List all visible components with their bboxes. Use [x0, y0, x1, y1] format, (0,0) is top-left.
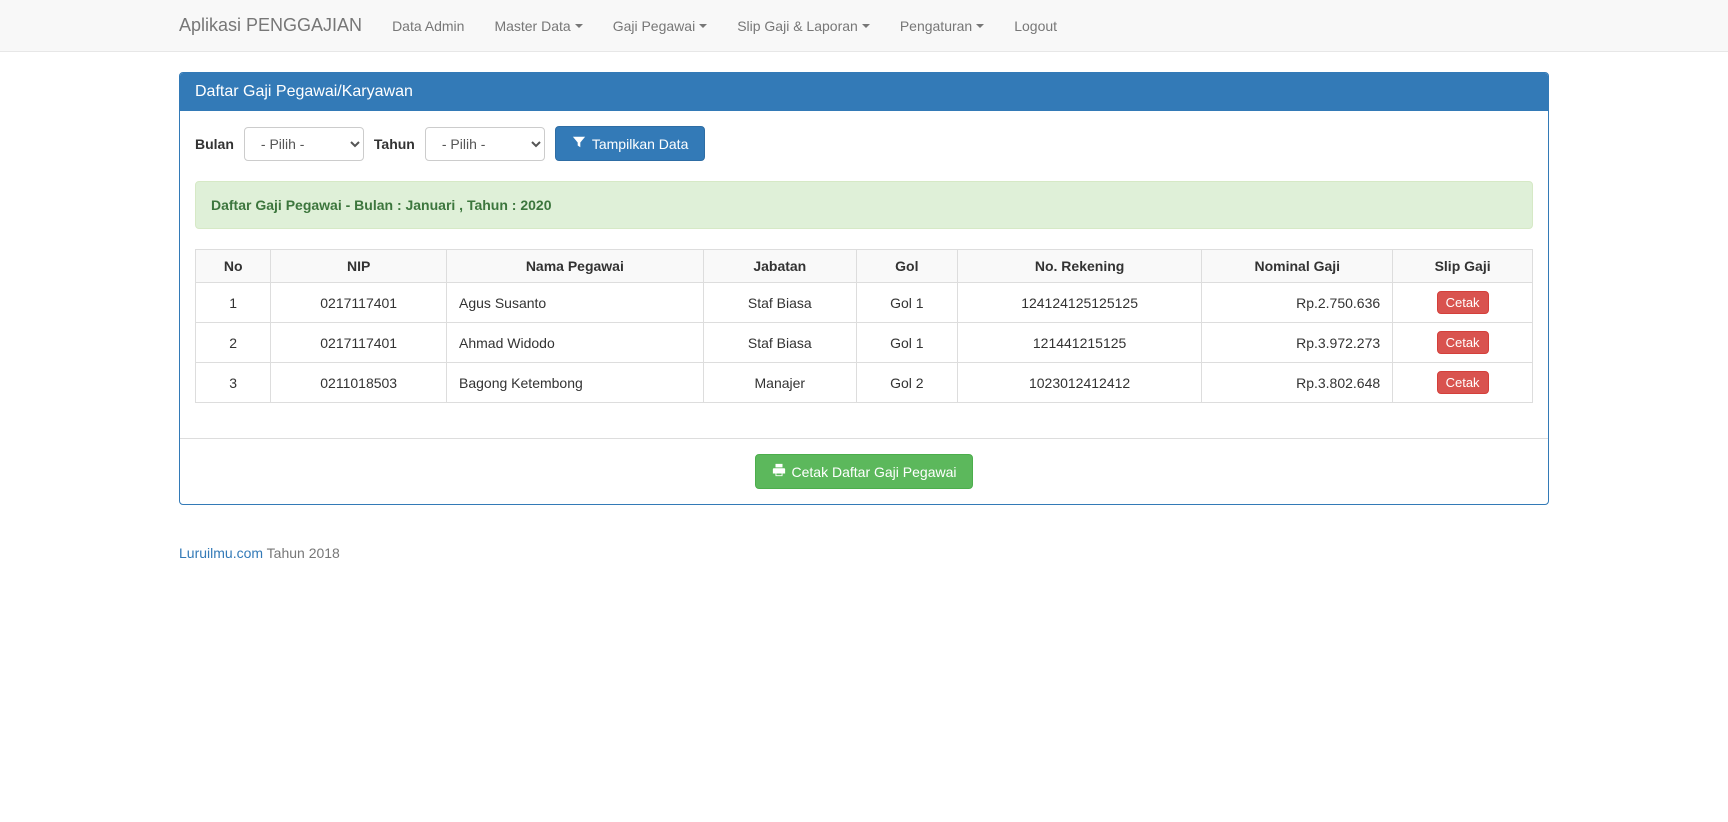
table-cell: Staf Biasa — [703, 283, 856, 323]
table-header: Nominal Gaji — [1202, 250, 1393, 283]
page-footer: Luruilmu.com Tahun 2018 — [164, 545, 1564, 561]
table-header: Jabatan — [703, 250, 856, 283]
footer-link[interactable]: Luruilmu.com — [179, 545, 263, 561]
cetak-slip-button[interactable]: Cetak — [1437, 291, 1489, 314]
table-cell-action: Cetak — [1393, 283, 1533, 323]
cetak-slip-button[interactable]: Cetak — [1437, 331, 1489, 354]
table-header: NIP — [271, 250, 447, 283]
table-cell: 1023012412412 — [957, 363, 1202, 403]
table-cell-action: Cetak — [1393, 363, 1533, 403]
table-cell: 0217117401 — [271, 283, 447, 323]
nav-item-1[interactable]: Master Data — [479, 3, 597, 49]
tampilkan-label: Tampilkan Data — [592, 136, 689, 152]
nav-item-label: Gaji Pegawai — [613, 18, 696, 34]
cetak-daftar-button[interactable]: Cetak Daftar Gaji Pegawai — [755, 454, 974, 489]
table-header: Gol — [856, 250, 957, 283]
table-cell: 0217117401 — [271, 323, 447, 363]
print-icon — [772, 463, 786, 480]
table-header-row: NoNIPNama PegawaiJabatanGolNo. RekeningN… — [196, 250, 1533, 283]
nav-item-5[interactable]: Logout — [999, 3, 1072, 49]
table-header: No — [196, 250, 271, 283]
panel-heading: Daftar Gaji Pegawai/Karyawan — [180, 73, 1548, 111]
select-tahun[interactable]: - Pilih - — [425, 127, 545, 161]
table-cell: 2 — [196, 323, 271, 363]
cetak-daftar-label: Cetak Daftar Gaji Pegawai — [792, 464, 957, 480]
filter-icon — [572, 135, 586, 152]
table-row: 20217117401Ahmad WidodoStaf BiasaGol 112… — [196, 323, 1533, 363]
table-body: 10217117401Agus SusantoStaf BiasaGol 112… — [196, 283, 1533, 403]
table-cell: Ahmad Widodo — [447, 323, 704, 363]
table-cell: 121441215125 — [957, 323, 1202, 363]
table-cell-action: Cetak — [1393, 323, 1533, 363]
table-header: No. Rekening — [957, 250, 1202, 283]
table-cell: Manajer — [703, 363, 856, 403]
table-cell: Rp.3.802.648 — [1202, 363, 1393, 403]
tampilkan-button[interactable]: Tampilkan Data — [555, 126, 706, 161]
nav-item-3[interactable]: Slip Gaji & Laporan — [722, 3, 885, 49]
label-tahun: Tahun — [374, 136, 415, 152]
table-cell: 0211018503 — [271, 363, 447, 403]
gaji-table: NoNIPNama PegawaiJabatanGolNo. RekeningN… — [195, 249, 1533, 403]
table-cell: Rp.2.750.636 — [1202, 283, 1393, 323]
table-cell: Rp.3.972.273 — [1202, 323, 1393, 363]
table-cell: Gol 1 — [856, 283, 957, 323]
chevron-down-icon — [862, 24, 870, 28]
cetak-slip-button[interactable]: Cetak — [1437, 371, 1489, 394]
table-cell: Agus Susanto — [447, 283, 704, 323]
table-row: 30211018503Bagong KetembongManajerGol 21… — [196, 363, 1533, 403]
nav-item-label: Slip Gaji & Laporan — [737, 18, 858, 34]
filter-form: Bulan - Pilih - Tahun - Pilih - Tampilka… — [195, 126, 1533, 161]
chevron-down-icon — [699, 24, 707, 28]
nav-item-label: Logout — [1014, 18, 1057, 34]
table-cell: 1 — [196, 283, 271, 323]
table-row: 10217117401Agus SusantoStaf BiasaGol 112… — [196, 283, 1533, 323]
table-cell: Gol 1 — [856, 323, 957, 363]
footer-text: Tahun 2018 — [263, 545, 340, 561]
table-header: Nama Pegawai — [447, 250, 704, 283]
table-cell: Gol 2 — [856, 363, 957, 403]
table-cell: Bagong Ketembong — [447, 363, 704, 403]
table-cell: Staf Biasa — [703, 323, 856, 363]
nav-item-4[interactable]: Pengaturan — [885, 3, 999, 49]
navbar-menu: Data Admin Master Data Gaji Pegawai Slip … — [377, 3, 1072, 49]
nav-item-0[interactable]: Data Admin — [377, 3, 479, 49]
chevron-down-icon — [976, 24, 984, 28]
nav-item-label: Data Admin — [392, 18, 464, 34]
nav-item-2[interactable]: Gaji Pegawai — [598, 3, 723, 49]
table-cell: 124124125125125 — [957, 283, 1202, 323]
select-bulan[interactable]: - Pilih - — [244, 127, 364, 161]
table-header: Slip Gaji — [1393, 250, 1533, 283]
navbar-brand[interactable]: Aplikasi PENGGAJIAN — [179, 0, 377, 51]
nav-item-label: Master Data — [494, 18, 570, 34]
navbar: Aplikasi PENGGAJIAN Data Admin Master Dat… — [0, 0, 1728, 52]
label-bulan: Bulan — [195, 136, 234, 152]
table-cell: 3 — [196, 363, 271, 403]
nav-item-label: Pengaturan — [900, 18, 972, 34]
alert-period: Daftar Gaji Pegawai - Bulan : Januari , … — [195, 181, 1533, 229]
panel-gaji: Daftar Gaji Pegawai/Karyawan Bulan - Pil… — [179, 72, 1549, 505]
chevron-down-icon — [575, 24, 583, 28]
